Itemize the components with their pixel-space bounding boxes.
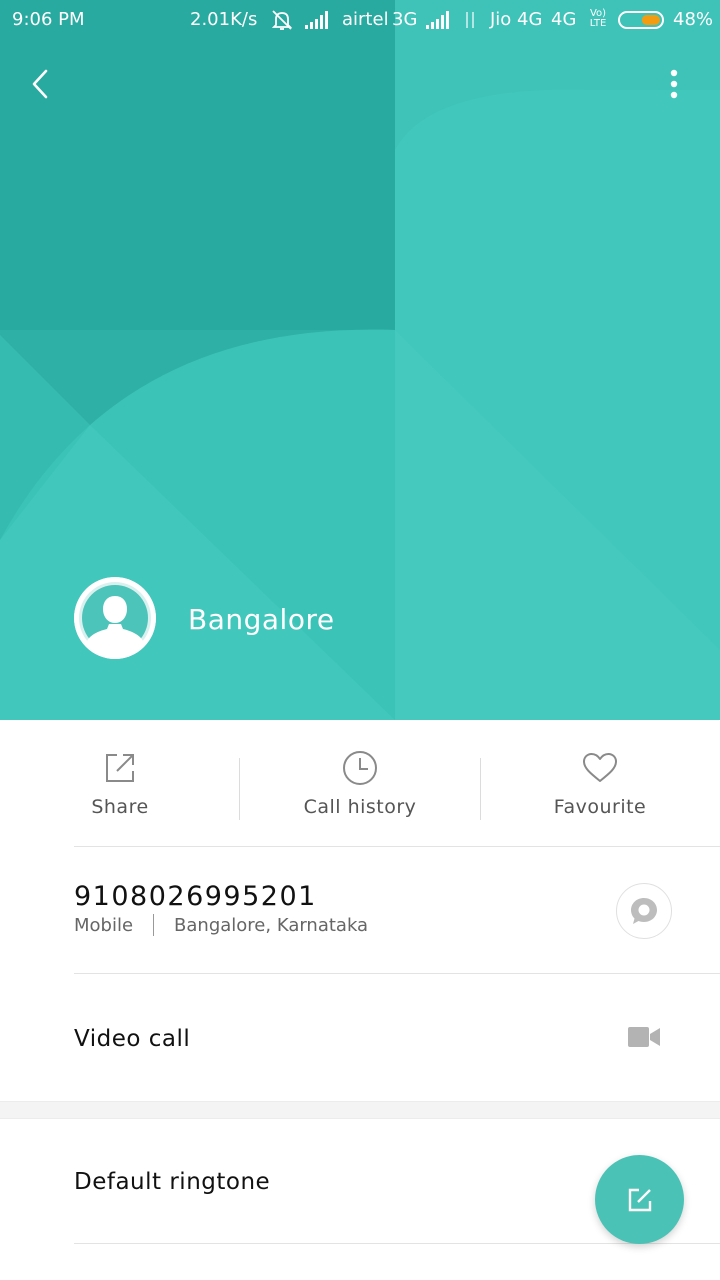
person-silhouette-icon: [74, 577, 156, 659]
status-time: 9:06 PM: [12, 9, 85, 30]
carrier-1: airtel: [342, 9, 389, 30]
video-camera-icon[interactable]: [628, 1026, 660, 1048]
carrier-2: Jio: [490, 9, 512, 30]
phone-meta: Mobile Bangalore, Karnataka: [74, 914, 368, 936]
divider: [74, 1243, 720, 1244]
edit-icon: [628, 1188, 651, 1211]
battery-percent: 48%: [673, 9, 714, 30]
more-vertical-icon: [670, 69, 678, 99]
signal-icon-1: [305, 11, 328, 29]
call-history-button[interactable]: Call history: [240, 720, 480, 846]
share-label: Share: [91, 796, 149, 818]
phone-type: Mobile: [74, 914, 134, 936]
section-gap: [0, 1101, 720, 1119]
favourite-label: Favourite: [553, 796, 647, 818]
edit-contact-button[interactable]: [595, 1155, 684, 1244]
phone-number: 9108026995201: [74, 881, 317, 912]
contact-header: 9:06 PM 2.01K/s airtel 3G Jio 4G 4G Vo) …: [0, 0, 720, 720]
back-button[interactable]: [20, 62, 60, 106]
ringtone-label: Default ringtone: [74, 1169, 271, 1195]
alarm-off-icon: [271, 10, 293, 30]
phone-location: Bangalore, Karnataka: [174, 914, 369, 936]
volte-indicator: Vo) LTE: [586, 9, 610, 29]
data-arrows-icon: [466, 12, 474, 28]
status-bar: 9:06 PM 2.01K/s airtel 3G Jio 4G 4G Vo) …: [0, 0, 720, 40]
volte-bottom: LTE: [589, 18, 607, 29]
share-icon: [106, 754, 134, 782]
chevron-left-icon: [32, 69, 48, 99]
action-row: Share Call history Favourite: [0, 720, 720, 846]
network-type-3: 4G: [551, 9, 577, 30]
phone-number-row[interactable]: 9108026995201: [0, 847, 720, 973]
clock-icon: [343, 751, 377, 785]
video-call-label: Video call: [74, 1026, 191, 1052]
divider: [153, 914, 155, 936]
message-button[interactable]: [616, 883, 672, 939]
network-type-2: 4G: [517, 9, 543, 30]
share-button[interactable]: Share: [0, 720, 240, 846]
favourite-button[interactable]: Favourite: [480, 720, 720, 846]
signal-icon-2: [426, 11, 449, 29]
battery-icon: [618, 11, 664, 29]
network-speed: 2.01K/s: [190, 9, 258, 30]
contact-name: Bangalore: [188, 603, 335, 636]
more-options-button[interactable]: [656, 62, 692, 106]
call-history-label: Call history: [303, 796, 417, 818]
avatar[interactable]: [74, 577, 156, 659]
heart-icon: [583, 753, 617, 782]
network-type-1: 3G: [392, 9, 418, 30]
message-icon: [631, 898, 657, 924]
